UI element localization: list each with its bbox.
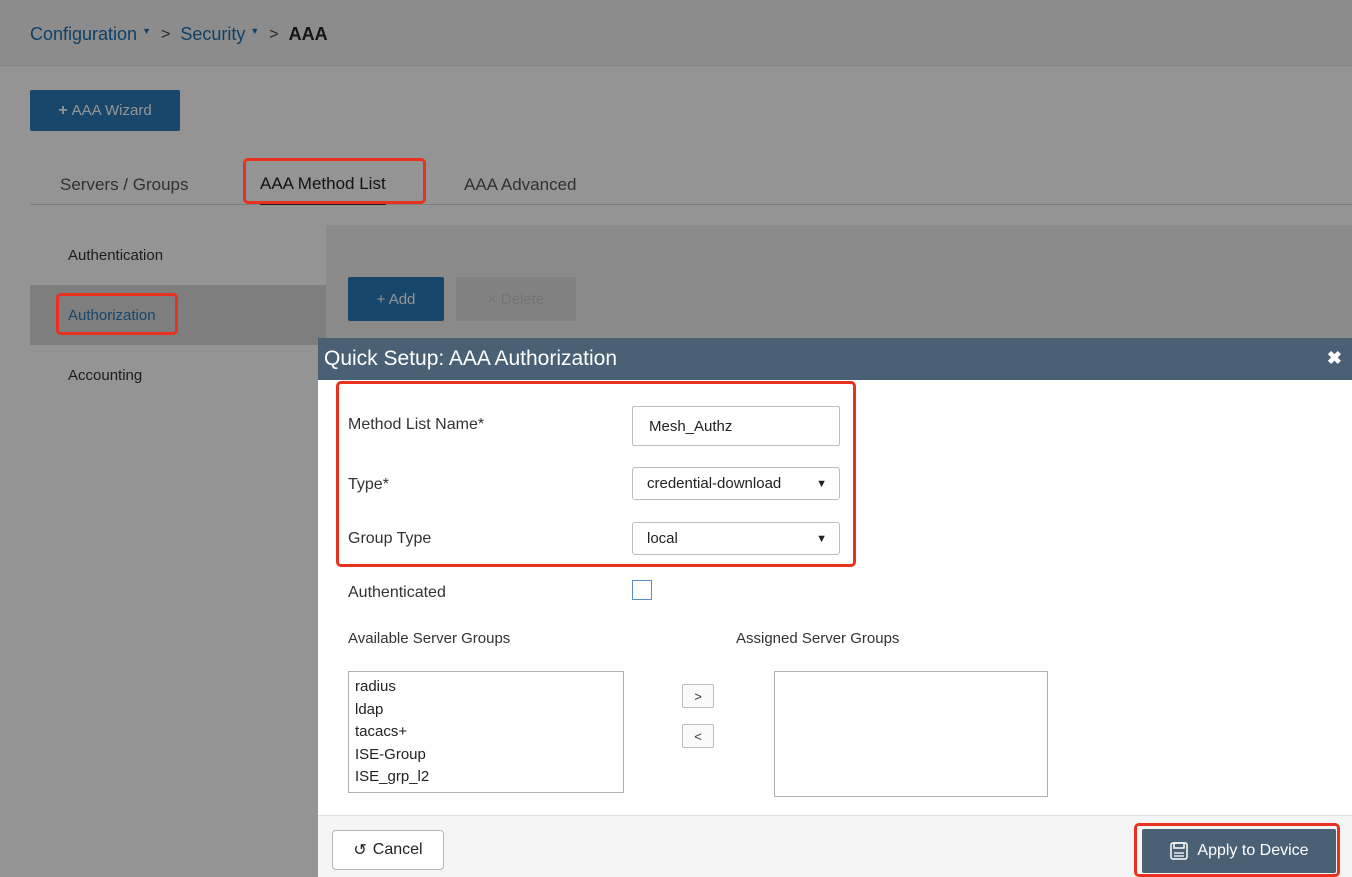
list-item[interactable]: ISE_grp_l2 <box>355 766 617 789</box>
list-item[interactable]: ldap <box>355 699 617 722</box>
apply-to-device-label: Apply to Device <box>1197 842 1309 859</box>
authenticated-label: Authenticated <box>348 584 446 601</box>
list-item[interactable]: tacacs+ <box>355 721 617 744</box>
move-right-button[interactable]: > <box>682 684 714 708</box>
move-left-button[interactable]: < <box>682 724 714 748</box>
available-server-groups-list[interactable]: radius ldap tacacs+ ISE-Group ISE_grp_l2 <box>348 671 624 793</box>
chevron-down-icon: ▼ <box>816 478 827 490</box>
list-item[interactable]: radius <box>355 676 617 699</box>
group-type-select[interactable]: local ▼ <box>632 522 840 555</box>
modal-title: Quick Setup: AAA Authorization <box>324 347 618 370</box>
modal-header: Quick Setup: AAA Authorization ✖ <box>318 338 1352 380</box>
save-icon <box>1170 842 1189 860</box>
type-select[interactable]: credential-download ▼ <box>632 467 840 500</box>
group-type-select-value: local <box>647 530 678 547</box>
group-type-label: Group Type <box>348 530 432 547</box>
quick-setup-modal: Quick Setup: AAA Authorization ✖ Method … <box>318 338 1352 877</box>
authenticated-checkbox[interactable] <box>632 580 652 600</box>
cancel-label: Cancel <box>372 841 423 858</box>
list-item[interactable]: ISE-Group <box>355 744 617 767</box>
apply-to-device-button[interactable]: Apply to Device <box>1142 829 1336 873</box>
undo-icon: ↺ <box>353 842 367 859</box>
assigned-server-groups-label: Assigned Server Groups <box>736 630 900 647</box>
type-select-value: credential-download <box>647 475 782 492</box>
method-list-name-label: Method List Name* <box>348 416 485 433</box>
available-server-groups-label: Available Server Groups <box>348 630 511 647</box>
modal-footer: ↺ Cancel Apply to Device <box>318 815 1352 877</box>
method-list-name-input[interactable] <box>632 406 840 446</box>
chevron-down-icon: ▼ <box>816 533 827 545</box>
close-icon[interactable]: ✖ <box>1327 348 1342 369</box>
assigned-server-groups-list[interactable] <box>774 671 1048 797</box>
type-label: Type* <box>348 476 389 493</box>
cancel-button[interactable]: ↺ Cancel <box>332 830 444 870</box>
